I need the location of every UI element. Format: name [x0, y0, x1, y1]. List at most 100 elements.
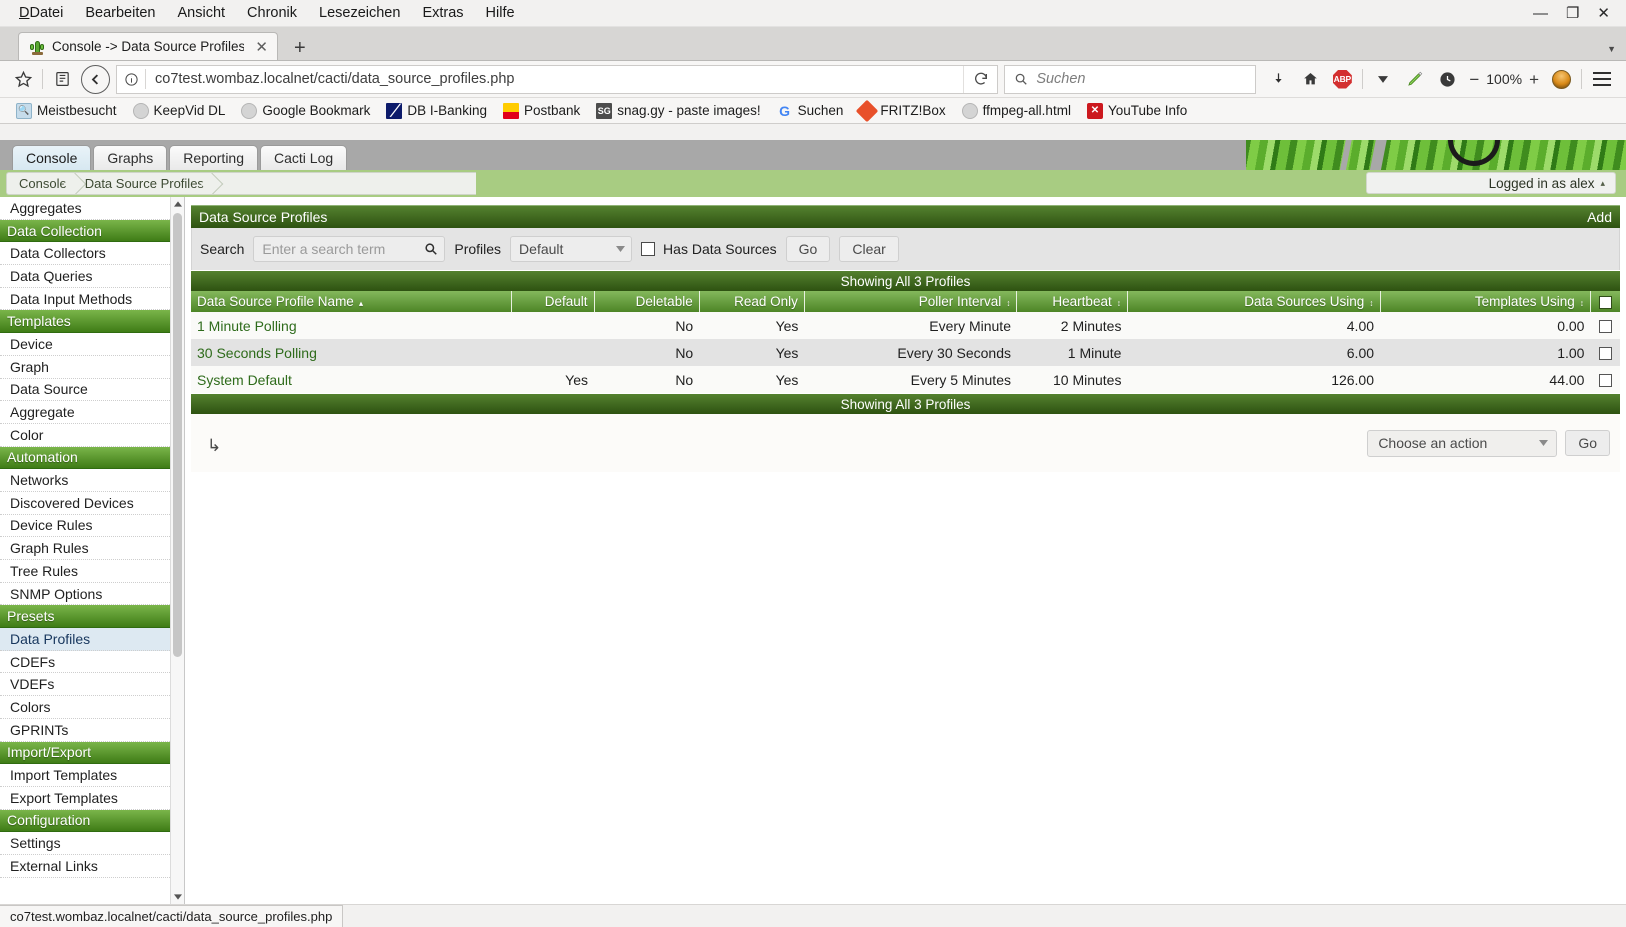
- checkbox-box[interactable]: [1598, 347, 1612, 361]
- scrollbar-thumb[interactable]: [173, 213, 182, 657]
- sidebar-item-export-templates[interactable]: Export Templates: [0, 786, 170, 810]
- sidebar-item-device-rules[interactable]: Device Rules: [0, 514, 170, 538]
- tab-reporting[interactable]: Reporting: [169, 145, 258, 170]
- scroll-down-icon[interactable]: [171, 890, 184, 904]
- sidebar-item-colors[interactable]: Colors: [0, 696, 170, 719]
- bookmark-pencil-icon[interactable]: [1399, 64, 1431, 94]
- home-icon[interactable]: [1294, 64, 1326, 94]
- column-header-deletable[interactable]: Deletable: [594, 291, 700, 312]
- table-row[interactable]: System Default Yes No Yes Every 5 Minutes 10 …: [191, 366, 1620, 393]
- checkbox-box[interactable]: [1598, 320, 1612, 334]
- breadcrumb-item-console[interactable]: Console: [7, 173, 73, 194]
- session-restore-icon[interactable]: [1431, 64, 1463, 94]
- bookmark-postbank[interactable]: Postbank: [495, 102, 588, 119]
- sidebar-item-settings[interactable]: Settings: [0, 832, 170, 855]
- maximize-button[interactable]: ❐: [1566, 6, 1579, 21]
- sidebar-scrollbar[interactable]: [170, 197, 184, 904]
- search-input[interactable]: Enter a search term: [253, 236, 446, 262]
- column-header-poller-interval[interactable]: Poller Interval ↕: [804, 291, 1018, 312]
- new-tab-button[interactable]: +: [294, 38, 306, 58]
- bookmark-db-i-banking[interactable]: ╱ DB I-Banking: [378, 102, 495, 119]
- zoom-in-button[interactable]: +: [1529, 71, 1539, 88]
- tab-console[interactable]: Console: [12, 145, 92, 170]
- scroll-up-icon[interactable]: [171, 197, 184, 211]
- menu-hilfe[interactable]: Hilfe: [475, 3, 526, 23]
- close-icon[interactable]: ✕: [255, 38, 268, 56]
- sidebar-item-data-collectors[interactable]: Data Collectors: [0, 242, 170, 266]
- sidebar-item-device[interactable]: Device: [0, 333, 170, 356]
- avatar-icon[interactable]: [1545, 64, 1577, 94]
- menu-chronik[interactable]: Chronik: [236, 3, 308, 23]
- row-checkbox[interactable]: [1590, 312, 1620, 339]
- checkbox-box[interactable]: [1598, 374, 1612, 388]
- chevron-down-icon[interactable]: ▼: [1607, 44, 1616, 54]
- breadcrumb-item-data-source-profiles[interactable]: Data Source Profiles: [73, 173, 210, 194]
- row-checkbox[interactable]: [1590, 339, 1620, 366]
- sidebar-item-import-export[interactable]: Import/Export: [0, 741, 170, 765]
- sidebar-item-configuration[interactable]: Configuration: [0, 809, 170, 833]
- has-data-sources-checkbox[interactable]: Has Data Sources: [641, 241, 777, 257]
- column-header-heartbeat[interactable]: Heartbeat ↕: [1016, 291, 1128, 312]
- menu-datei[interactable]: DDatei: [8, 3, 74, 23]
- abp-icon[interactable]: ABP: [1326, 64, 1358, 94]
- zoom-level[interactable]: 100%: [1486, 71, 1522, 87]
- bookmark-ffmpeg-all[interactable]: ffmpeg-all.html: [954, 102, 1079, 119]
- sidebar-item-aggregates[interactable]: Aggregates: [0, 197, 170, 220]
- url-bar[interactable]: co7test.wombaz.localnet/cacti/data_sourc…: [116, 64, 999, 94]
- menu-icon[interactable]: [1586, 64, 1618, 94]
- profiles-select[interactable]: Default: [510, 236, 633, 262]
- download-icon[interactable]: [1262, 64, 1294, 94]
- column-header-data-source-profile-name[interactable]: Data Source Profile Name ▴: [191, 291, 513, 312]
- browser-tab[interactable]: Console -> Data Source Profiles ✕: [18, 32, 278, 60]
- sort-toggle-icon[interactable]: ↕: [1369, 298, 1373, 308]
- search-input[interactable]: Suchen: [1004, 64, 1257, 94]
- url-text[interactable]: co7test.wombaz.localnet/cacti/data_sourc…: [146, 71, 963, 87]
- sidebar-item-data-collection[interactable]: Data Collection: [0, 219, 170, 243]
- sidebar-item-templates[interactable]: Templates: [0, 310, 170, 334]
- sidebar-item-external-links[interactable]: External Links: [0, 854, 170, 878]
- bookmark-suchen[interactable]: G Suchen: [769, 103, 852, 119]
- menu-ansicht[interactable]: Ansicht: [166, 3, 236, 23]
- page-info-icon[interactable]: [117, 72, 145, 87]
- bookmark-snaggy[interactable]: SG snag.gy - paste images!: [588, 102, 768, 119]
- sidebar-item-gprints[interactable]: GPRINTs: [0, 718, 170, 742]
- bookmark-google-bookmark[interactable]: Google Bookmark: [233, 102, 378, 119]
- sidebar-item-cdefs[interactable]: CDEFs: [0, 650, 170, 674]
- search-icon[interactable]: [424, 242, 438, 256]
- sidebar-item-graph-rules[interactable]: Graph Rules: [0, 537, 170, 560]
- table-row[interactable]: 1 Minute Polling No Yes Every Minute 2 Minut…: [191, 312, 1620, 339]
- column-header-templates-using[interactable]: Templates Using ↕: [1380, 291, 1591, 312]
- back-button[interactable]: [81, 64, 110, 94]
- sidebar-item-graph[interactable]: Graph: [0, 355, 170, 379]
- minimize-button[interactable]: —: [1533, 6, 1548, 21]
- sidebar-item-import-templates[interactable]: Import Templates: [0, 764, 170, 787]
- sidebar-item-data-profiles[interactable]: Data Profiles: [0, 628, 170, 651]
- column-header-read-only[interactable]: Read Only: [699, 291, 805, 312]
- menu-bearbeiten[interactable]: Bearbeiten: [74, 3, 166, 23]
- choose-action-select[interactable]: Choose an action: [1367, 429, 1558, 457]
- action-go-button[interactable]: Go: [1565, 430, 1610, 456]
- sort-toggle-icon[interactable]: ↕: [1006, 298, 1010, 308]
- profile-name-link[interactable]: 30 Seconds Polling: [197, 345, 317, 361]
- menu-lesezeichen[interactable]: Lesezeichen: [308, 3, 411, 23]
- profile-name-link[interactable]: 1 Minute Polling: [197, 318, 297, 334]
- sort-asc-icon[interactable]: ▴: [359, 298, 363, 308]
- menu-extras[interactable]: Extras: [411, 3, 474, 23]
- sort-toggle-icon[interactable]: ↕: [1580, 298, 1584, 308]
- column-header-data-sources-using[interactable]: Data Sources Using ↕: [1127, 291, 1381, 312]
- sidebar-item-networks[interactable]: Networks: [0, 469, 170, 492]
- reload-icon[interactable]: [963, 65, 997, 93]
- login-status[interactable]: Logged in as alex ▴: [1366, 172, 1616, 194]
- library-icon[interactable]: [47, 64, 77, 94]
- sidebar-item-tree-rules[interactable]: Tree Rules: [0, 560, 170, 583]
- tab-cacti-log[interactable]: Cacti Log: [260, 145, 348, 170]
- select-all-checkbox[interactable]: [1590, 291, 1620, 312]
- column-header-default[interactable]: Default: [511, 291, 595, 312]
- bookmark-meistbesucht[interactable]: Meistbesucht: [8, 102, 125, 119]
- close-window-button[interactable]: ✕: [1597, 6, 1610, 21]
- checkbox-box[interactable]: [1598, 295, 1612, 309]
- row-checkbox[interactable]: [1590, 366, 1620, 393]
- sidebar-item-color[interactable]: Color: [0, 423, 170, 447]
- profile-name-link[interactable]: System Default: [197, 372, 292, 388]
- chevron-down-icon[interactable]: [1367, 64, 1399, 94]
